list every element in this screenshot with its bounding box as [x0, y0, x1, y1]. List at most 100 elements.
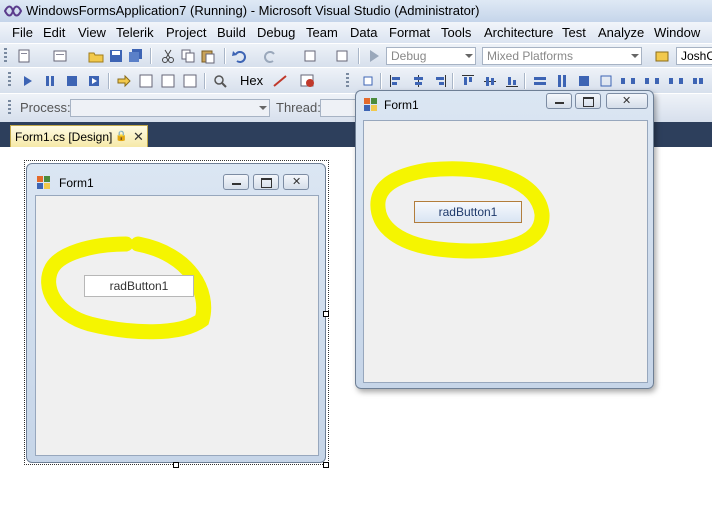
step-out-icon[interactable]: [182, 73, 198, 89]
toolbar-grip[interactable]: [8, 100, 11, 116]
menu-view[interactable]: View: [78, 25, 106, 40]
align-centers-icon[interactable]: [410, 73, 426, 89]
tab-form1-design[interactable]: Form1.cs [Design] 🔒 ✕: [10, 125, 148, 147]
toolbar-grip[interactable]: [4, 48, 7, 64]
design-form-title: Form1: [59, 176, 94, 190]
resize-handle-right[interactable]: [323, 311, 329, 317]
form-icon: [37, 176, 50, 189]
copy-icon[interactable]: [180, 48, 196, 64]
separator: [150, 48, 152, 64]
resize-handle-bottom-right[interactable]: [323, 462, 329, 468]
running-form-title: Form1: [384, 98, 419, 112]
continue-icon[interactable]: [20, 73, 36, 89]
hex-toggle[interactable]: Hex: [240, 73, 263, 88]
align-middles-icon[interactable]: [482, 73, 498, 89]
save-icon[interactable]: [108, 48, 124, 64]
horizontal-spacing-icon[interactable]: [620, 73, 636, 89]
menu-format[interactable]: Format: [389, 25, 430, 40]
platform-value: Mixed Platforms: [487, 49, 574, 63]
align-rights-icon[interactable]: [432, 73, 448, 89]
align-tops-icon[interactable]: [460, 73, 476, 89]
design-radbutton[interactable]: radButton1: [84, 275, 194, 297]
increase-spacing-icon[interactable]: [644, 73, 660, 89]
visual-studio-icon: [4, 5, 22, 17]
maximize-icon: [261, 178, 272, 188]
menu-data[interactable]: Data: [350, 25, 377, 40]
find-box[interactable]: JoshC: [676, 47, 712, 65]
solution-platform-select[interactable]: Mixed Platforms: [482, 47, 642, 65]
menu-project[interactable]: Project: [166, 25, 206, 40]
menu-analyze[interactable]: Analyze: [598, 25, 644, 40]
maximize-button[interactable]: [575, 93, 601, 109]
separator: [108, 73, 110, 89]
maximize-button[interactable]: [253, 174, 279, 190]
remove-spacing-icon[interactable]: [692, 73, 708, 89]
size-to-grid-icon[interactable]: [598, 73, 614, 89]
menu-tools[interactable]: Tools: [441, 25, 471, 40]
make-same-size-icon[interactable]: [576, 73, 592, 89]
toolbar-grip[interactable]: [8, 72, 11, 88]
menu-team[interactable]: Team: [306, 25, 338, 40]
align-to-grid-icon[interactable]: [360, 73, 376, 89]
decrease-spacing-icon[interactable]: [668, 73, 684, 89]
restart-icon[interactable]: [86, 73, 102, 89]
align-lefts-icon[interactable]: [388, 73, 404, 89]
separator: [204, 73, 206, 89]
minimize-icon: [232, 183, 241, 185]
chevron-down-icon: [259, 106, 267, 110]
process-label: Process:: [20, 100, 71, 115]
menu-build[interactable]: Build: [217, 25, 246, 40]
step-into-icon[interactable]: [138, 73, 154, 89]
thread-select[interactable]: [320, 99, 360, 117]
open-folder-icon[interactable]: [88, 48, 104, 64]
find-icon[interactable]: [654, 48, 670, 64]
minimize-button[interactable]: [223, 174, 249, 190]
navigate-forward-icon[interactable]: [334, 48, 350, 64]
step-over-icon[interactable]: [160, 73, 176, 89]
running-radbutton[interactable]: radButton1: [414, 201, 522, 223]
close-tab-icon[interactable]: ✕: [133, 129, 144, 145]
minimize-button[interactable]: [546, 93, 572, 109]
window-title: WindowsFormsApplication7 (Running) - Mic…: [26, 3, 480, 18]
navigate-backward-icon[interactable]: [302, 48, 318, 64]
separator: [452, 73, 454, 89]
redo-icon[interactable]: [262, 48, 278, 64]
make-same-height-icon[interactable]: [554, 73, 570, 89]
resize-handle-bottom[interactable]: [173, 462, 179, 468]
undo-icon[interactable]: [232, 48, 248, 64]
show-threads-icon[interactable]: [272, 73, 288, 89]
start-debugging-icon[interactable]: [366, 48, 382, 64]
show-next-statement-icon[interactable]: [116, 73, 132, 89]
solution-configuration-select[interactable]: Debug: [386, 47, 476, 65]
save-all-icon[interactable]: [128, 48, 144, 64]
add-item-icon[interactable]: [52, 48, 68, 64]
quickwatch-icon[interactable]: [212, 73, 228, 89]
config-value: Debug: [391, 49, 427, 63]
menu-file[interactable]: File: [12, 25, 33, 40]
separator: [224, 48, 226, 64]
align-bottoms-icon[interactable]: [504, 73, 520, 89]
make-same-width-icon[interactable]: [532, 73, 548, 89]
chevron-down-icon: [465, 54, 473, 58]
separator: [524, 73, 526, 89]
close-icon: ✕: [622, 95, 632, 107]
menu-edit[interactable]: Edit: [43, 25, 65, 40]
menu-debug[interactable]: Debug: [257, 25, 295, 40]
process-select[interactable]: [70, 99, 270, 117]
stop-debugging-icon[interactable]: [64, 73, 80, 89]
close-icon: ✕: [292, 176, 302, 188]
paste-icon[interactable]: [200, 48, 216, 64]
new-project-icon[interactable]: [16, 48, 32, 64]
menu-architecture[interactable]: Architecture: [484, 25, 553, 40]
menu-telerik[interactable]: Telerik: [116, 25, 154, 40]
close-button[interactable]: ✕: [606, 93, 648, 109]
close-button[interactable]: ✕: [283, 174, 309, 190]
menu-test[interactable]: Test: [562, 25, 586, 40]
breakpoints-window-icon[interactable]: [300, 73, 316, 89]
cut-icon[interactable]: [160, 48, 176, 64]
minimize-icon: [555, 102, 564, 104]
toolbar-grip[interactable]: [346, 73, 349, 89]
break-all-icon[interactable]: [42, 73, 58, 89]
tab-label: Form1.cs [Design]: [15, 130, 113, 144]
menu-window[interactable]: Window: [654, 25, 700, 40]
